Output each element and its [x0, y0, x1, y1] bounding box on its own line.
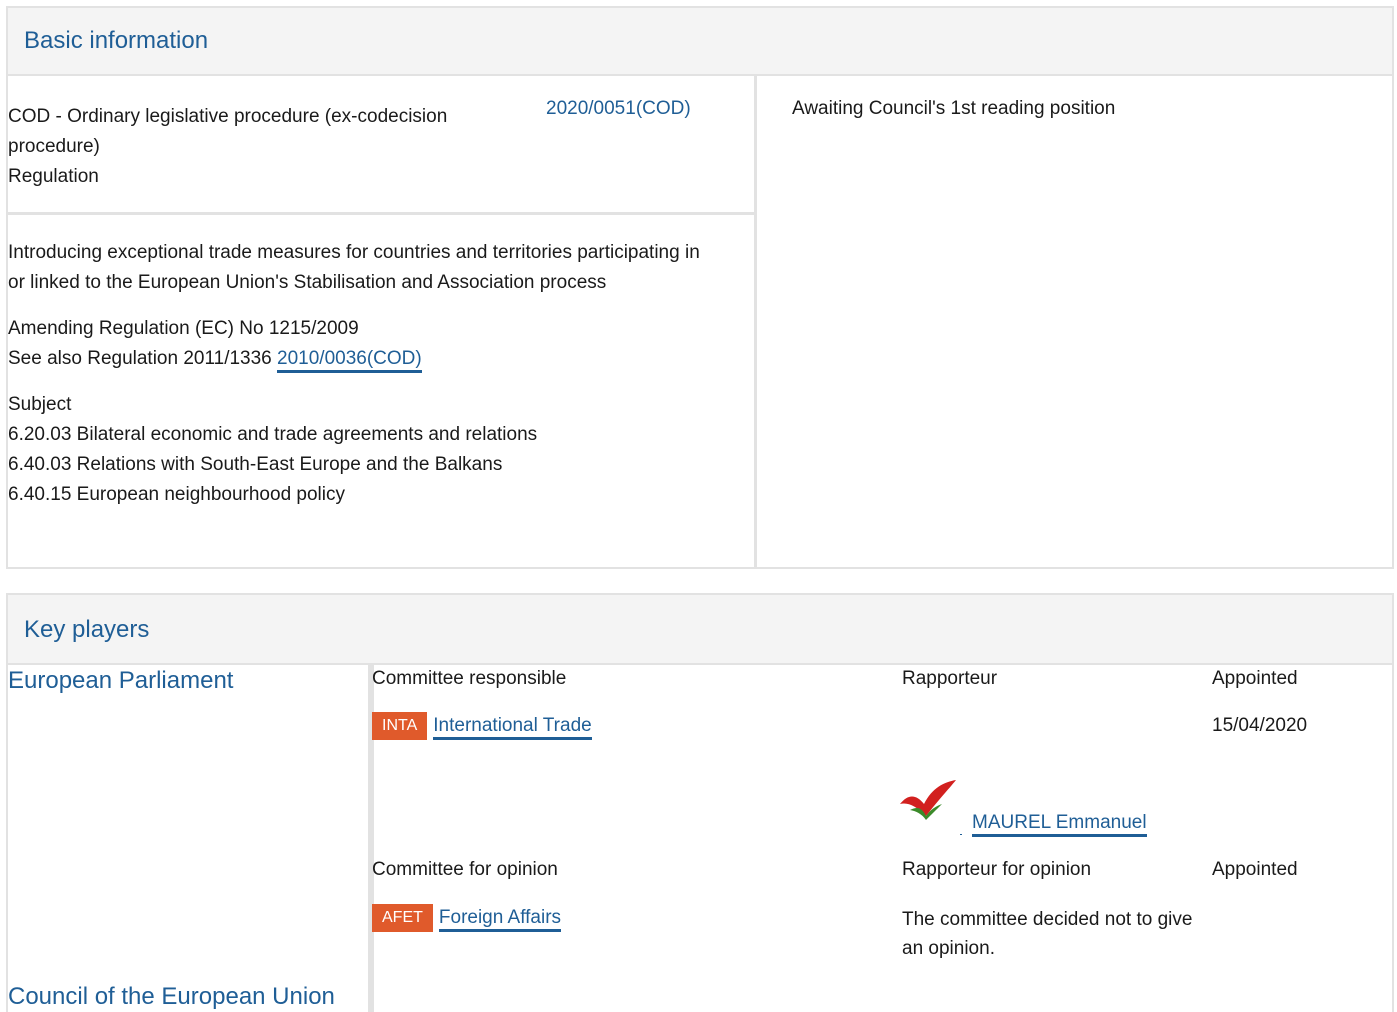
- committee-responsible-link[interactable]: International Trade: [433, 715, 592, 741]
- institution-council[interactable]: Council of the European Union: [8, 983, 335, 1011]
- procedure-text: COD - Ordinary legislative procedure (ex…: [8, 102, 538, 192]
- committee-opinion-link[interactable]: Foreign Affairs: [438, 907, 562, 933]
- rapporteur-label: Rapporteur: [902, 668, 998, 689]
- subject-item: 6.40.15 European neighbourhood policy: [8, 484, 345, 505]
- committee-opinion-code-badge: AFET: [372, 904, 433, 932]
- amending-text: Amending Regulation (EC) No 1215/2009: [8, 318, 359, 339]
- rapporteur-link-marker: [960, 817, 962, 835]
- committee-code-badge: INTA: [372, 712, 428, 740]
- political-group-logo-icon: [900, 780, 956, 820]
- committee-opinion-label: Committee for opinion: [372, 859, 558, 880]
- procedure-description: Introducing exceptional trade measures f…: [8, 238, 708, 510]
- committee-opinion-entry: AFET Foreign Affairs: [372, 904, 562, 933]
- institution-european-parliament[interactable]: European Parliament: [8, 667, 233, 695]
- basic-info-left-column: COD - Ordinary legislative procedure (ex…: [8, 76, 757, 569]
- institutions-column: European Parliament Council of the Europ…: [8, 665, 374, 1012]
- subject-block: Subject 6.20.03 Bilateral economic and t…: [8, 390, 708, 510]
- subject-item: 6.40.03 Relations with South-East Europe…: [8, 454, 503, 475]
- procedure-reference-link[interactable]: 2020/0051(COD): [546, 98, 691, 120]
- procedure-block: COD - Ordinary legislative procedure (ex…: [8, 76, 754, 215]
- subject-item: 6.20.03 Bilateral economic and trade agr…: [8, 424, 538, 445]
- related-regulations: Amending Regulation (EC) No 1215/2009 Se…: [8, 314, 708, 374]
- opinion-note: The committee decided not to give an opi…: [902, 909, 1193, 959]
- key-players-header: Key players: [8, 595, 1392, 665]
- procedure-type: COD - Ordinary legislative procedure (ex…: [8, 106, 448, 157]
- committee-responsible-label: Committee responsible: [372, 668, 567, 689]
- see-also-link[interactable]: 2010/0036(COD): [277, 348, 422, 373]
- legal-instrument: Regulation: [8, 166, 99, 187]
- procedure-title: Introducing exceptional trade measures f…: [8, 242, 700, 293]
- committee-responsible-entry: INTA International Trade: [372, 712, 592, 741]
- rapporteur-entry: MAUREL Emmanuel: [960, 812, 1147, 837]
- subject-label: Subject: [8, 394, 72, 415]
- procedure-status: Awaiting Council's 1st reading position: [792, 98, 1116, 119]
- rapporteur-opinion-label: Rapporteur for opinion: [902, 859, 1092, 880]
- basic-information-panel: Basic information COD - Ordinary legisla…: [6, 6, 1394, 569]
- appointed-date: 15/04/2020: [1212, 715, 1308, 736]
- basic-information-header: Basic information: [8, 8, 1392, 76]
- see-also-text: See also Regulation 2011/1336: [8, 348, 272, 369]
- appointed-opinion-label: Appointed: [1212, 859, 1298, 880]
- appointed-label: Appointed: [1212, 668, 1298, 689]
- rapporteur-link[interactable]: MAUREL Emmanuel: [972, 812, 1147, 837]
